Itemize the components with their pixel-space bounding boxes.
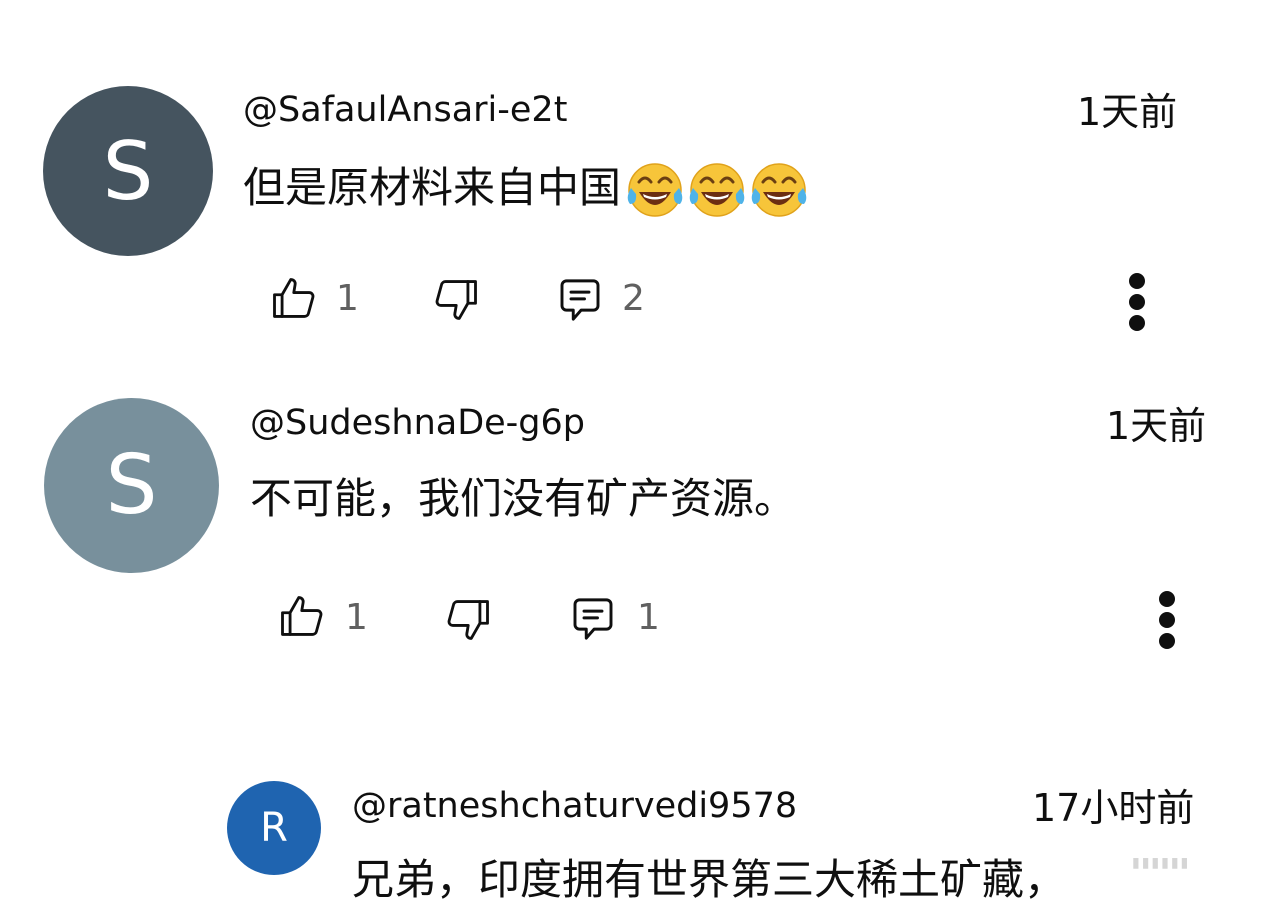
comment-timestamp: 1天前 <box>1106 404 1207 448</box>
face-with-tears-of-joy-icon <box>627 163 683 217</box>
avatar-letter: S <box>102 124 154 218</box>
avatar-letter: S <box>105 438 158 533</box>
thumbs-up-icon <box>273 278 315 318</box>
reply-count: 2 <box>622 278 645 319</box>
thumbs-down-icon <box>435 280 477 320</box>
comments-section: S @SafaulAnsari-e2t 1天前 但是原材料来自中国 1 2 S … <box>0 0 1280 911</box>
like-button[interactable] <box>274 588 330 644</box>
more-options-button[interactable] <box>1118 262 1158 342</box>
dislike-button[interactable] <box>440 592 496 648</box>
comment-timestamp: 17小时前 <box>1032 786 1195 830</box>
thumbs-down-icon <box>447 600 489 640</box>
comment-author[interactable]: @ratneshchaturvedi9578 <box>352 786 797 826</box>
avatar[interactable]: R <box>227 781 321 875</box>
comment-author[interactable]: @SudeshnaDe-g6p <box>250 403 585 443</box>
avatar[interactable]: S <box>43 86 213 256</box>
comment-icon <box>560 279 600 321</box>
comment-text-content: 但是原材料来自中国 <box>243 163 622 212</box>
emoji-group <box>623 158 809 218</box>
face-with-tears-of-joy-icon <box>689 163 745 217</box>
more-options-button[interactable] <box>1148 580 1188 660</box>
comment-icon <box>573 598 613 640</box>
avatar-letter: R <box>260 805 288 851</box>
comment-text-content: 不可能，我们没有矿产资源。 <box>250 474 797 523</box>
like-count: 1 <box>345 597 368 638</box>
reply-button[interactable] <box>564 591 622 647</box>
comment-text-content: 兄弟，印度拥有世界第三大稀土矿藏， <box>352 855 1067 904</box>
comment-text: 不可能，我们没有矿产资源。 <box>250 474 796 524</box>
comment-text: 兄弟，印度拥有世界第三大稀土矿藏， <box>352 855 1066 905</box>
comment-timestamp: 1天前 <box>1077 90 1178 134</box>
avatar[interactable]: S <box>44 398 219 573</box>
face-with-tears-of-joy-icon <box>751 163 807 217</box>
like-count: 1 <box>336 278 359 319</box>
comment-text: 但是原材料来自中国 <box>243 158 809 218</box>
dislike-button[interactable] <box>428 272 484 328</box>
like-button[interactable] <box>266 270 322 326</box>
reply-button[interactable] <box>551 272 609 328</box>
thumbs-up-icon <box>281 596 323 636</box>
comment-author[interactable]: @SafaulAnsari-e2t <box>243 90 567 130</box>
watermark: ▮▮▮▮▮▮ <box>1132 855 1191 871</box>
reply-count: 1 <box>637 597 660 638</box>
